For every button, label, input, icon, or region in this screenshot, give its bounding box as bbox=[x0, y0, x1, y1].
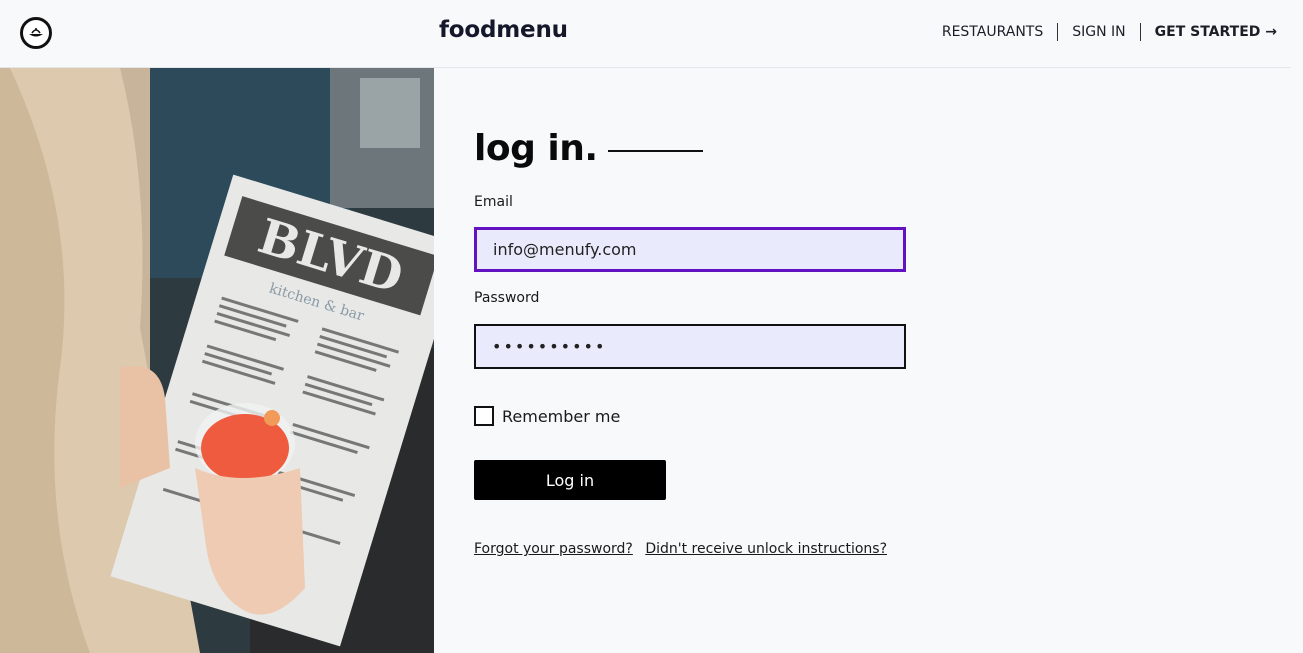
nav-get-started-link[interactable]: GET STARTED → bbox=[1155, 24, 1277, 40]
nav-divider bbox=[1057, 23, 1059, 41]
site-header: foodmenu RESTAURANTS SIGN IN GET STARTED… bbox=[0, 0, 1291, 68]
login-button[interactable]: Log in bbox=[474, 460, 666, 500]
hero-photo: BLVD kitchen & bar bbox=[0, 68, 434, 653]
remember-me-checkbox[interactable] bbox=[474, 406, 494, 426]
email-field[interactable] bbox=[474, 227, 906, 272]
top-nav: RESTAURANTS SIGN IN GET STARTED → bbox=[942, 23, 1277, 41]
unlock-instructions-link[interactable]: Didn't receive unlock instructions? bbox=[645, 541, 887, 557]
help-links: Forgot your password? Didn't receive unl… bbox=[474, 541, 895, 557]
title-underline bbox=[607, 149, 703, 152]
page-title: log in. bbox=[474, 128, 598, 169]
logo-icon[interactable] bbox=[20, 17, 52, 49]
dish-icon bbox=[29, 28, 43, 37]
forgot-password-link[interactable]: Forgot your password? bbox=[474, 541, 633, 557]
title-row: log in. bbox=[474, 128, 906, 169]
nav-sign-in-link[interactable]: SIGN IN bbox=[1072, 24, 1125, 40]
password-label: Password bbox=[474, 290, 540, 306]
brand-name[interactable]: foodmenu bbox=[439, 17, 568, 43]
nav-divider bbox=[1139, 23, 1141, 41]
password-field[interactable] bbox=[474, 324, 906, 369]
email-label: Email bbox=[474, 194, 513, 210]
nav-restaurants-link[interactable]: RESTAURANTS bbox=[942, 24, 1043, 40]
remember-me-row[interactable]: Remember me bbox=[474, 406, 620, 426]
login-form: log in. Email Password Remember me Log i… bbox=[474, 128, 906, 557]
hero-image: BLVD kitchen & bar bbox=[0, 68, 434, 653]
remember-me-label[interactable]: Remember me bbox=[502, 407, 620, 426]
